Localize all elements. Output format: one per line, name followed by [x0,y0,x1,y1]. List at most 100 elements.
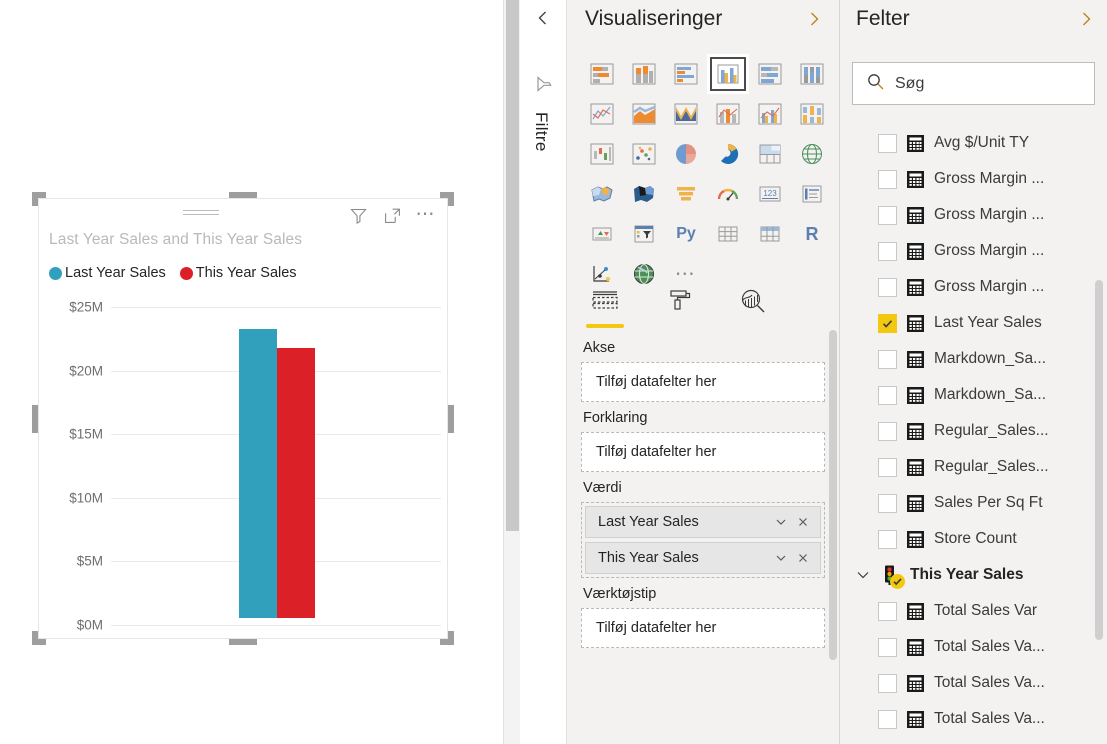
field-checkbox[interactable] [878,601,897,621]
search-input[interactable]: Søg [852,62,1095,105]
pie-chart-icon[interactable] [665,134,707,174]
field-item-total-sales-var-2[interactable]: Total Sales Va... [840,629,1107,665]
field-chip-last-year-sales[interactable]: Last Year Sales [585,506,821,538]
field-item-total-sales-var-4[interactable]: Total Sales Va... [840,701,1107,737]
well-dropzone-vaerdi[interactable]: Last Year Sales This Year Sales [581,502,825,578]
bar-last-year-sales[interactable] [239,329,277,618]
stacked-area-chart-icon[interactable] [665,94,707,134]
funnel-chart-icon[interactable] [665,174,707,214]
field-checkbox[interactable] [878,421,897,441]
clustered-bar-chart-icon[interactable] [665,54,707,94]
filters-pane-collapsed[interactable]: Filtre [521,0,567,744]
treemap-icon[interactable] [749,134,791,174]
clustered-column-chart-icon[interactable] [707,54,749,94]
map-icon[interactable] [791,134,833,174]
field-checkbox[interactable] [878,529,897,549]
chevron-down-icon[interactable] [770,511,792,533]
remove-field-icon[interactable] [792,547,814,569]
bar-this-year-sales[interactable] [277,348,315,618]
field-item-total-sales-var[interactable]: Total Sales Var [840,593,1107,629]
kpi-icon[interactable] [581,214,623,254]
card-icon[interactable]: 123 [749,174,791,214]
table-icon[interactable] [707,214,749,254]
multi-row-card-icon[interactable] [791,174,833,214]
waterfall-chart-icon[interactable] [581,134,623,174]
python-visual-icon[interactable]: Py [665,214,707,254]
more-options-icon[interactable]: ⋯ [416,205,438,224]
stacked-column-chart-icon[interactable] [623,54,665,94]
chevron-right-icon-fields[interactable] [1077,10,1095,33]
field-checkbox[interactable] [878,457,897,477]
field-checkbox[interactable] [878,637,897,657]
fields-pane-scrollbar[interactable] [1095,280,1103,640]
line-and-stacked-column-chart-icon[interactable] [707,94,749,134]
hundred-percent-stacked-column-chart-icon[interactable] [791,54,833,94]
tab-format[interactable] [655,286,703,326]
gauge-chart-icon[interactable] [707,174,749,214]
chevron-right-icon-visualizations[interactable] [805,10,823,33]
canvas-scrollbar-thumb[interactable] [506,0,519,531]
field-checkbox[interactable] [878,313,897,333]
shape-map-icon[interactable] [623,174,665,214]
field-checkbox[interactable] [878,349,897,369]
visualizations-pane-scrollbar[interactable] [829,330,837,660]
field-checkbox[interactable] [878,169,897,189]
field-item-avg-unit-ty[interactable]: Avg $/Unit TY [840,125,1107,161]
field-group-this-year-sales[interactable]: This Year Sales [840,557,1107,593]
filter-funnel-icon-rail[interactable] [534,74,554,99]
line-and-clustered-column-chart-icon[interactable] [749,94,791,134]
filter-funnel-icon[interactable] [348,204,370,226]
field-checkbox[interactable] [878,385,897,405]
field-checkbox[interactable] [878,277,897,297]
focus-mode-icon[interactable] [382,204,404,226]
field-item-sales-per-sq-ft[interactable]: Sales Per Sq Ft [840,485,1107,521]
field-checkbox[interactable] [878,241,897,261]
field-item-regular-sales-1[interactable]: Regular_Sales... [840,413,1107,449]
field-item-gross-margin-4[interactable]: Gross Margin ... [840,269,1107,305]
field-item-last-year-sales[interactable]: Last Year Sales [840,305,1107,341]
selected-visual[interactable]: ⋯ Last Year Sales and This Year Sales La… [32,192,454,645]
chart-plot-area[interactable]: $25M $20M $15M $10M $5M $0M [39,297,443,633]
field-item-gross-margin-2[interactable]: Gross Margin ... [840,197,1107,233]
chevron-down-icon-group[interactable] [854,566,872,584]
ribbon-chart-icon[interactable] [791,94,833,134]
field-checkbox[interactable] [878,673,897,693]
well-dropzone-vaerktojstip[interactable]: Tilføj datafelter her [581,608,825,648]
field-checkbox[interactable] [878,133,897,153]
visual-drag-handle[interactable] [183,210,219,218]
field-item-store-count[interactable]: Store Count [840,521,1107,557]
donut-chart-icon[interactable] [707,134,749,174]
field-item-regular-sales-2[interactable]: Regular_Sales... [840,449,1107,485]
field-checkbox[interactable] [878,493,897,513]
legend-item-0[interactable]: Last Year Sales [49,265,166,281]
well-dropzone-forklaring[interactable]: Tilføj datafelter her [581,432,825,472]
chevron-left-icon[interactable] [534,9,552,32]
tab-analytics[interactable] [729,286,777,326]
field-item-markdown-sales-1[interactable]: Markdown_Sa... [840,341,1107,377]
field-chip-this-year-sales[interactable]: This Year Sales [585,542,821,574]
remove-field-icon[interactable] [792,511,814,533]
field-checkbox[interactable] [878,709,897,729]
legend-item-1[interactable]: This Year Sales [179,265,297,281]
resize-handle-bottom[interactable] [229,638,257,645]
well-dropzone-akse[interactable]: Tilføj datafelter her [581,362,825,402]
visualizations-scrollbar-thumb[interactable] [829,330,837,660]
field-item-gross-margin-1[interactable]: Gross Margin ... [840,161,1107,197]
field-item-markdown-sales-2[interactable]: Markdown_Sa... [840,377,1107,413]
resize-handle-right[interactable] [447,404,454,433]
fields-scrollbar-thumb[interactable] [1095,280,1103,640]
tab-fields[interactable] [581,286,629,328]
field-item-gross-margin-3[interactable]: Gross Margin ... [840,233,1107,269]
filled-map-icon[interactable] [581,174,623,214]
report-canvas[interactable]: ⋯ Last Year Sales and This Year Sales La… [0,0,503,744]
scatter-chart-icon[interactable] [623,134,665,174]
field-item-total-sales-var-3[interactable]: Total Sales Va... [840,665,1107,701]
hundred-percent-stacked-bar-chart-icon[interactable] [749,54,791,94]
field-checkbox[interactable] [878,205,897,225]
area-chart-icon[interactable] [623,94,665,134]
matrix-icon[interactable] [749,214,791,254]
slicer-icon[interactable] [623,214,665,254]
chevron-down-icon[interactable] [770,547,792,569]
r-script-visual-icon[interactable]: R [791,214,833,254]
line-chart-icon[interactable] [581,94,623,134]
